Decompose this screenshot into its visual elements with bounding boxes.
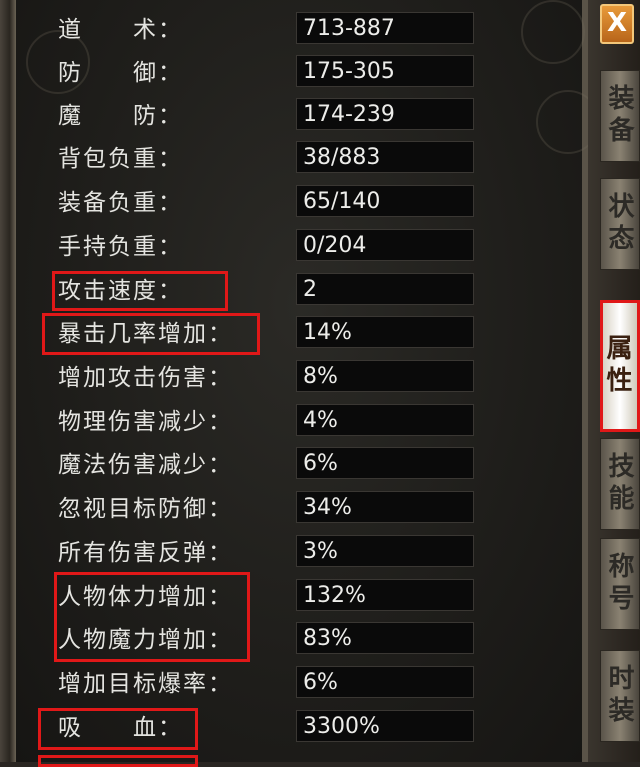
stat-value: 3% <box>303 539 338 564</box>
stat-label: 魔法伤害减少： <box>58 452 233 478</box>
stat-value: 65/140 <box>303 189 381 214</box>
stat-value: 14% <box>303 320 352 345</box>
stat-value-box: 4% <box>296 404 474 436</box>
stat-label: 忽视目标防御： <box>58 496 233 522</box>
highlight-box-crit-rate <box>42 313 260 355</box>
stat-row-drop-rate: 增加目标爆率： 6% <box>16 662 588 706</box>
tab-titles[interactable]: 称号 <box>600 538 640 630</box>
stat-value: 713-887 <box>303 16 395 41</box>
stat-value-box: 83% <box>296 622 474 654</box>
stat-value-box: 174-239 <box>296 98 474 130</box>
stat-value: 132% <box>303 583 366 608</box>
stat-value: 8% <box>303 364 338 389</box>
stat-row-ignore-defense: 忽视目标防御： 34% <box>16 487 588 531</box>
stat-row-magic-defense: 魔 防： 174-239 <box>16 94 588 138</box>
stat-label: 手持负重： <box>58 234 183 260</box>
stat-row-physical-reduction: 物理伤害减少： 4% <box>16 400 588 444</box>
tab-equipment[interactable]: 装备 <box>600 70 640 162</box>
stat-value-box: 132% <box>296 579 474 611</box>
stat-row-attack-damage: 增加攻击伤害： 8% <box>16 356 588 400</box>
stat-label: 背包负重： <box>58 146 183 172</box>
attributes-panel: 道 术： 713-887 防 御： 175-305 魔 防： 174-239 背… <box>16 0 600 767</box>
stat-value: 34% <box>303 495 352 520</box>
stat-value: 2 <box>303 277 317 302</box>
close-button[interactable]: X <box>600 4 634 44</box>
tab-status[interactable]: 状态 <box>600 178 640 270</box>
stat-value: 175-305 <box>303 59 395 84</box>
stat-value-box: 2 <box>296 273 474 305</box>
stat-value-box: 713-887 <box>296 12 474 44</box>
stat-row-hand-weight: 手持负重： 0/204 <box>16 225 588 269</box>
stat-row-equip-weight: 装备负重： 65/140 <box>16 181 588 225</box>
highlight-box-attack-speed <box>52 271 228 311</box>
highlight-box-partial <box>38 755 198 767</box>
stat-value-box: 14% <box>296 316 474 348</box>
highlight-box-life-steal <box>38 708 198 750</box>
frame-left-border <box>0 0 16 762</box>
stat-value-box: 38/883 <box>296 141 474 173</box>
stat-value-box: 6% <box>296 666 474 698</box>
tab-skills[interactable]: 技能 <box>600 438 640 530</box>
stat-label: 装备负重： <box>58 190 183 216</box>
stat-value-box: 3% <box>296 535 474 567</box>
stat-value-box: 175-305 <box>296 55 474 87</box>
highlight-box-hp-mp <box>54 572 250 662</box>
stat-row-bag-weight: 背包负重： 38/883 <box>16 137 588 181</box>
stat-value-box: 34% <box>296 491 474 523</box>
stat-value: 6% <box>303 451 338 476</box>
stat-value-box: 8% <box>296 360 474 392</box>
stat-value: 0/204 <box>303 233 367 258</box>
tab-attributes[interactable]: 属性 <box>600 300 640 432</box>
stat-value-box: 3300% <box>296 710 474 742</box>
stat-label: 道 术： <box>58 17 183 43</box>
stat-row-damage-reflect: 所有伤害反弹： 3% <box>16 531 588 575</box>
stat-value: 38/883 <box>303 145 381 170</box>
stat-value: 3300% <box>303 714 380 739</box>
stat-label: 魔 防： <box>58 103 183 129</box>
stat-value: 174-239 <box>303 102 395 127</box>
stat-label: 防 御： <box>58 60 183 86</box>
stat-value-box: 0/204 <box>296 229 474 261</box>
stat-value: 4% <box>303 408 338 433</box>
stat-value-box: 65/140 <box>296 185 474 217</box>
stat-value: 83% <box>303 626 352 651</box>
stat-value-box: 6% <box>296 447 474 479</box>
stat-row-taoism: 道 术： 713-887 <box>16 8 588 52</box>
stat-row-magic-reduction: 魔法伤害减少： 6% <box>16 443 588 487</box>
stat-label: 物理伤害减少： <box>58 409 233 435</box>
stat-label: 增加目标爆率： <box>58 671 233 697</box>
stat-label: 增加攻击伤害： <box>58 365 233 391</box>
tab-fashion[interactable]: 时装 <box>600 650 640 742</box>
stat-row-defense: 防 御： 175-305 <box>16 51 588 95</box>
stat-label: 所有伤害反弹： <box>58 540 233 566</box>
stat-value: 6% <box>303 670 338 695</box>
